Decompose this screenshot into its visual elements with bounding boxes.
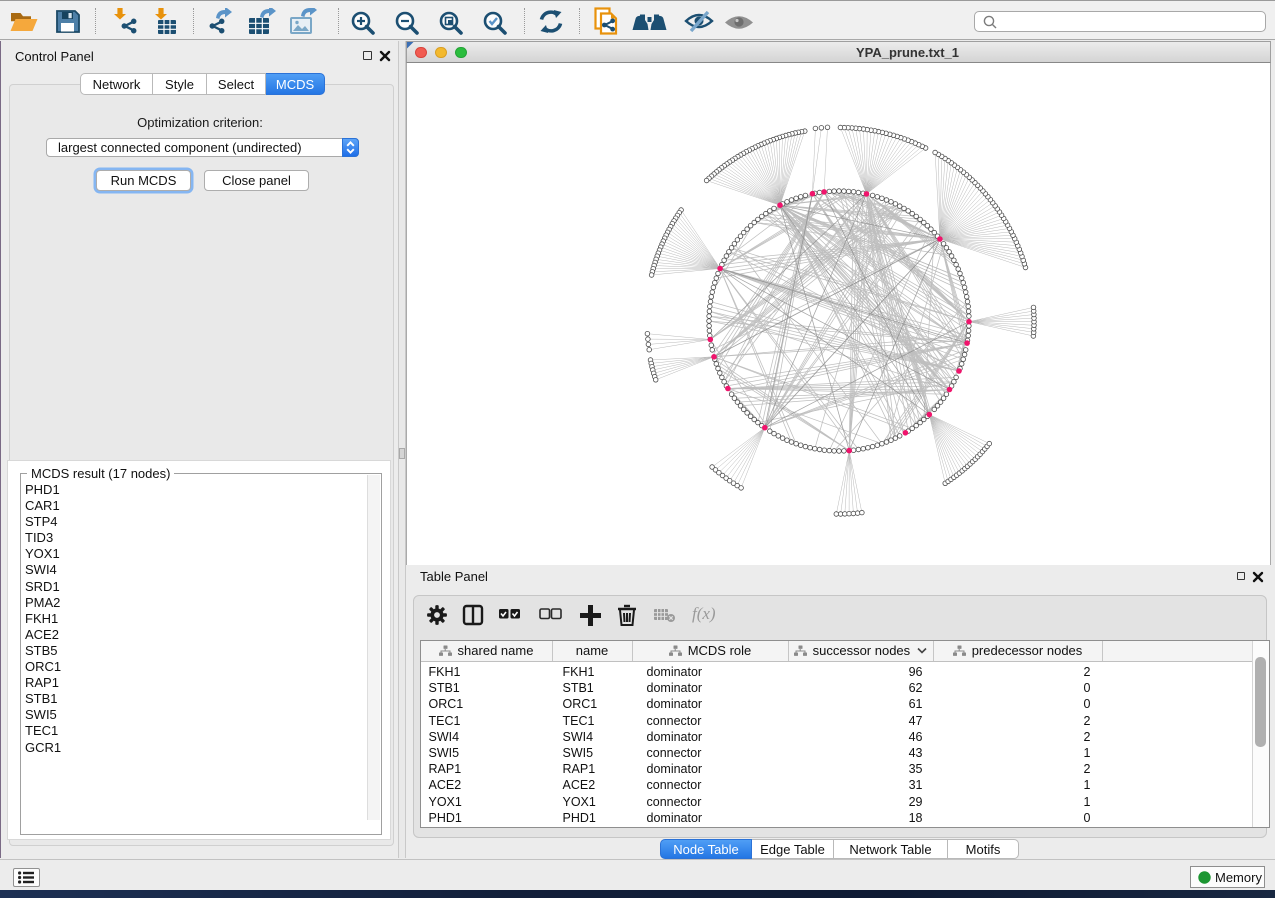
svg-text:f(x): f(x) <box>692 604 716 623</box>
